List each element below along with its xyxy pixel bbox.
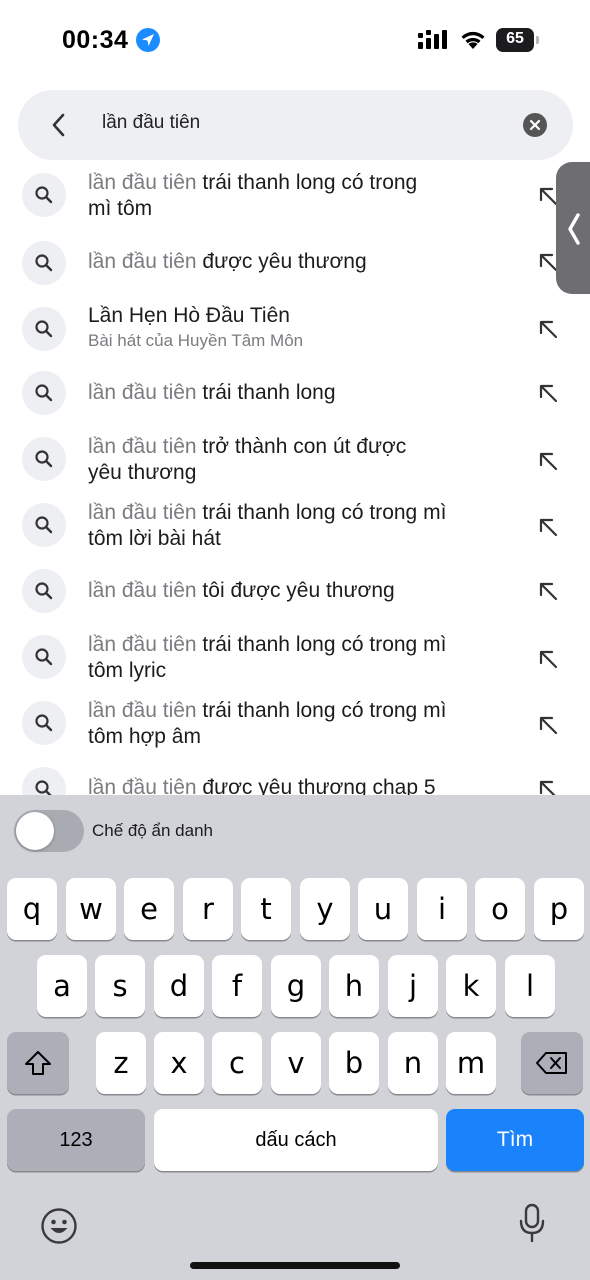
suggestion-text: lần đầu tiên trái thanh long xyxy=(88,381,336,404)
search-icon xyxy=(22,307,66,351)
key-x[interactable]: x xyxy=(154,1032,204,1094)
suggestion-item[interactable]: lần đầu tiên trở thành con út được yêu th… xyxy=(0,429,590,493)
search-icon xyxy=(22,503,66,547)
fill-arrow-icon[interactable] xyxy=(537,778,559,795)
battery-icon: 65 xyxy=(496,28,540,52)
numbers-key[interactable]: 123 xyxy=(7,1109,145,1171)
key-k[interactable]: k xyxy=(446,955,496,1017)
key-d[interactable]: d xyxy=(154,955,204,1017)
key-c[interactable]: c xyxy=(212,1032,262,1094)
suggestion-item[interactable]: lần đầu tiên trái thanh long có trong mì… xyxy=(0,495,590,559)
battery-level: 65 xyxy=(506,30,524,47)
fill-arrow-icon[interactable] xyxy=(537,648,559,670)
fill-arrow-icon[interactable] xyxy=(537,318,559,340)
cellular-signal-icon xyxy=(418,30,447,49)
chevron-left-icon[interactable] xyxy=(48,112,70,138)
keyboard: Chế độ ẩn danh q w e r t y u i o p a s d… xyxy=(0,795,590,1280)
suggestion-item[interactable]: lần đầu tiên được yêu thương chap 5 xyxy=(0,765,590,795)
suggestion-item[interactable]: lần đầu tiên trái thanh long có trong mì… xyxy=(0,627,590,691)
key-g[interactable]: g xyxy=(271,955,321,1017)
suggestion-item[interactable]: lần đầu tiên tôi được yêu thương xyxy=(0,561,590,625)
suggestion-text: lần đầu tiên trái thanh long có trong mì… xyxy=(88,633,447,682)
microphone-icon[interactable] xyxy=(518,1203,546,1245)
suggestion-text: lần đầu tiên được yêu thương xyxy=(88,250,367,273)
suggestion-text: lần đầu tiên trở thành con út được yêu th… xyxy=(88,435,407,484)
key-l[interactable]: l xyxy=(505,955,555,1017)
key-i[interactable]: i xyxy=(417,878,467,940)
delete-icon xyxy=(536,1052,567,1074)
suggestion-item[interactable]: lần đầu tiên trái thanh long có trong mì… xyxy=(0,693,590,757)
key-t[interactable]: t xyxy=(241,878,291,940)
suggestion-item[interactable]: lần đầu tiên trái thanh long có trong mì … xyxy=(0,165,590,229)
search-icon xyxy=(22,241,66,285)
suggestion-list: lần đầu tiên trái thanh long có trong mì … xyxy=(0,165,590,795)
incognito-toggle[interactable] xyxy=(14,810,84,852)
fill-arrow-icon[interactable] xyxy=(537,450,559,472)
search-bar[interactable]: lần đầu tiên xyxy=(18,90,573,160)
suggestion-text: lần đầu tiên được yêu thương chap 5 xyxy=(88,776,436,795)
key-o[interactable]: o xyxy=(475,878,525,940)
clear-circle-icon[interactable] xyxy=(523,113,547,137)
side-panel-handle[interactable] xyxy=(556,162,590,294)
suggestion-text: lần đầu tiên trái thanh long có trong mì… xyxy=(88,501,447,550)
fill-arrow-icon[interactable] xyxy=(537,382,559,404)
emoji-icon[interactable] xyxy=(40,1207,78,1245)
search-icon xyxy=(22,569,66,613)
search-icon xyxy=(22,371,66,415)
key-a[interactable]: a xyxy=(37,955,87,1017)
key-n[interactable]: n xyxy=(388,1032,438,1094)
suggestion-item[interactable]: lần đầu tiên được yêu thương xyxy=(0,231,590,295)
incognito-label: Chế độ ẩn danh xyxy=(92,821,213,840)
space-key[interactable]: dấu cách xyxy=(154,1109,438,1171)
search-icon xyxy=(22,767,66,795)
suggestion-text: lần đầu tiên tôi được yêu thương xyxy=(88,579,395,602)
search-icon xyxy=(22,635,66,679)
key-z[interactable]: z xyxy=(96,1032,146,1094)
delete-key[interactable] xyxy=(521,1032,583,1094)
key-e[interactable]: e xyxy=(124,878,174,940)
key-q[interactable]: q xyxy=(7,878,57,940)
search-icon xyxy=(22,173,66,217)
chevron-left-icon xyxy=(568,213,580,245)
key-u[interactable]: u xyxy=(358,878,408,940)
status-time: 00:34 xyxy=(62,26,129,54)
search-icon xyxy=(22,437,66,481)
shift-icon xyxy=(25,1051,51,1075)
key-v[interactable]: v xyxy=(271,1032,321,1094)
search-icon xyxy=(22,701,66,745)
suggestion-text: lần đầu tiên trái thanh long có trong mì… xyxy=(88,699,447,748)
suggestion-item[interactable]: Lần Hẹn Hò Đầu Tiên Bài hát của Huyền Tâ… xyxy=(0,297,590,361)
suggestion-item[interactable]: lần đầu tiên trái thanh long xyxy=(0,363,590,427)
suggestion-subtitle: Bài hát của Huyền Tâm Môn xyxy=(88,331,304,350)
fill-arrow-icon[interactable] xyxy=(537,516,559,538)
search-input[interactable]: lần đầu tiên xyxy=(102,112,502,134)
fill-arrow-icon[interactable] xyxy=(537,580,559,602)
key-y[interactable]: y xyxy=(300,878,350,940)
wifi-icon xyxy=(461,31,485,49)
key-p[interactable]: p xyxy=(534,878,584,940)
key-f[interactable]: f xyxy=(212,955,262,1017)
fill-arrow-icon[interactable] xyxy=(537,714,559,736)
search-go-key[interactable]: Tìm xyxy=(446,1109,584,1171)
location-arrow-icon xyxy=(136,28,160,52)
key-j[interactable]: j xyxy=(388,955,438,1017)
key-b[interactable]: b xyxy=(329,1032,379,1094)
suggestion-text: Lần Hẹn Hò Đầu Tiên xyxy=(88,304,290,327)
toggle-knob xyxy=(16,812,54,850)
key-r[interactable]: r xyxy=(183,878,233,940)
status-bar: 00:34 65 xyxy=(0,0,590,80)
key-h[interactable]: h xyxy=(329,955,379,1017)
key-s[interactable]: s xyxy=(95,955,145,1017)
suggestion-text: lần đầu tiên trái thanh long có trong mì … xyxy=(88,171,418,220)
shift-key[interactable] xyxy=(7,1032,69,1094)
home-indicator[interactable] xyxy=(190,1262,400,1269)
key-m[interactable]: m xyxy=(446,1032,496,1094)
key-w[interactable]: w xyxy=(66,878,116,940)
